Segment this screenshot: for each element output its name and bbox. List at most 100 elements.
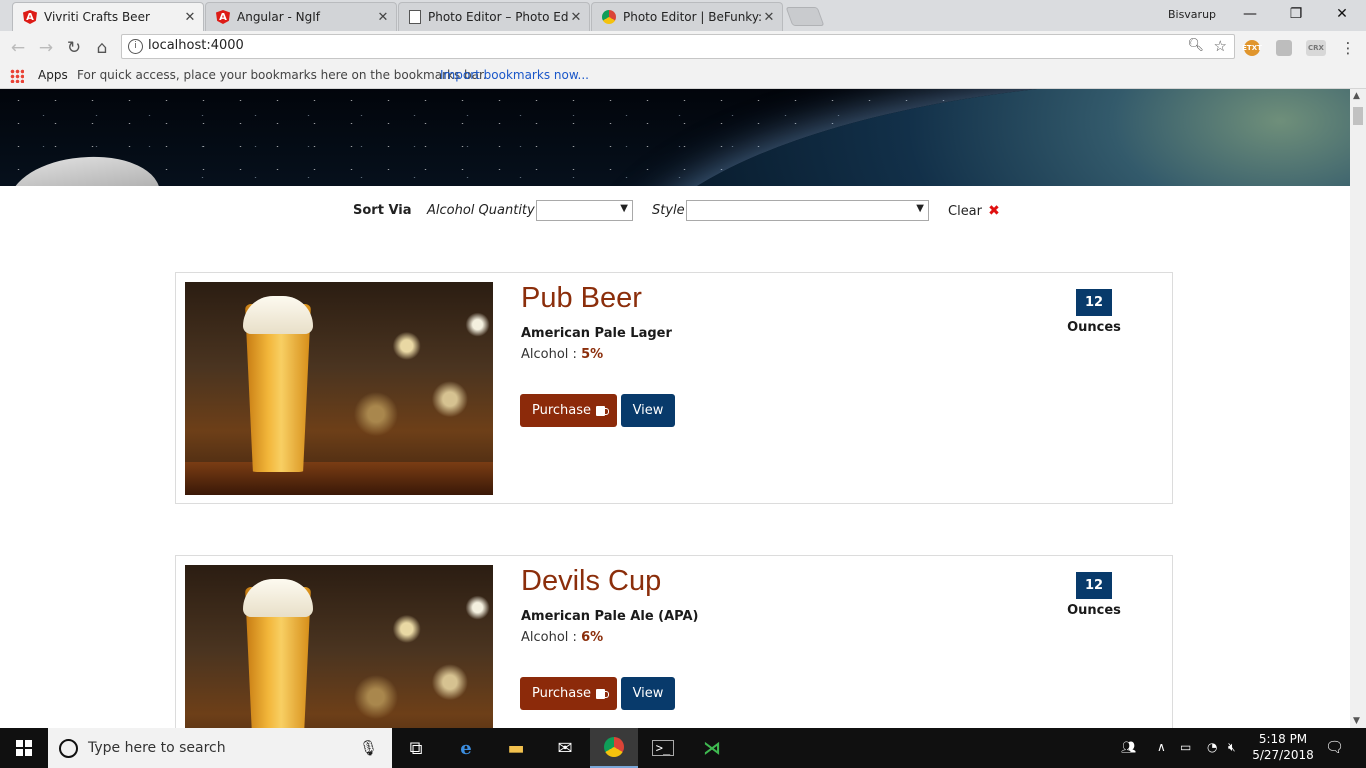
- page-scrollbar[interactable]: ▲ ▼: [1350, 89, 1366, 728]
- people-icon[interactable]: 👥︎: [1121, 740, 1136, 754]
- taskbar-search-box[interactable]: Type here to search 🎙︎: [48, 728, 392, 768]
- clear-button[interactable]: Clear ✖: [948, 203, 1000, 219]
- chrome-taskbar-icon[interactable]: [590, 728, 638, 768]
- task-view-icon[interactable]: ⧉: [392, 728, 440, 768]
- clock-time: 5:18 PM: [1258, 732, 1308, 746]
- chrome-icon: [604, 737, 624, 757]
- purchase-button[interactable]: Purchase: [520, 394, 617, 427]
- alcohol-quantity-select[interactable]: ▼: [536, 200, 633, 221]
- drive-icon[interactable]: [1276, 40, 1292, 56]
- forward-arrow-icon[interactable]: →: [35, 37, 57, 59]
- restore-button[interactable]: ❐: [1273, 0, 1319, 28]
- new-tab-button[interactable]: [785, 7, 825, 26]
- minimize-button[interactable]: —: [1227, 0, 1273, 28]
- microphone-icon[interactable]: 🎙︎: [359, 739, 378, 757]
- battery-icon[interactable]: ▭: [1180, 740, 1191, 754]
- purchase-label: Purchase: [531, 403, 592, 418]
- alcohol-value: 6%: [581, 630, 604, 645]
- close-icon[interactable]: ✕: [569, 10, 583, 25]
- mail-icon[interactable]: ✉: [541, 728, 589, 768]
- zoom-icon[interactable]: 🔍︎: [1187, 38, 1204, 53]
- tab-title: Angular - NgIf: [237, 10, 320, 24]
- import-bookmarks-link[interactable]: Import bookmarks now...: [440, 68, 589, 82]
- alcohol-value: 5%: [581, 347, 604, 362]
- window-close-button[interactable]: ✕: [1319, 0, 1365, 28]
- start-button[interactable]: [0, 728, 48, 768]
- beer-mug-icon: [596, 405, 610, 416]
- edge-icon[interactable]: e: [442, 728, 490, 768]
- beer-photo: [185, 565, 493, 728]
- tab-title: Photo Editor – Photo Edit: [428, 10, 569, 24]
- purchase-label: Purchase: [531, 686, 592, 701]
- visual-studio-code-icon[interactable]: ⋊: [688, 728, 736, 768]
- terminal-glyph: >_: [651, 740, 675, 756]
- dropdown-arrow-icon: ▼: [916, 203, 924, 214]
- tab-befunky[interactable]: Photo Editor | BeFunky: F ✕: [591, 2, 783, 31]
- action-center-icon[interactable]: 🗨︎: [1325, 738, 1344, 756]
- profile-name[interactable]: Bisvarup: [1160, 6, 1224, 24]
- volume-muted-icon[interactable]: 🔇︎: [1228, 740, 1236, 755]
- extension-crx-icon[interactable]: CRX: [1306, 40, 1326, 56]
- browser-tab-strip: A Vivriti Crafts Beer ✕ A Angular - NgIf…: [0, 0, 1366, 31]
- taskbar-clock[interactable]: 5:18 PM 5/27/2018: [1252, 731, 1314, 763]
- tab-vivriti-crafts-beer[interactable]: A Vivriti Crafts Beer ✕: [12, 2, 204, 31]
- page-viewport: Sort Via Alcohol Quantity ▼ Style ▼ Clea…: [0, 89, 1350, 728]
- scrollbar-thumb[interactable]: [1353, 107, 1363, 125]
- document-icon: [409, 10, 421, 24]
- beer-card: Devils Cup American Pale Ale (APA) Alcoh…: [175, 555, 1173, 728]
- angular-icon: A: [23, 10, 37, 24]
- photo-beer-foam: [243, 296, 313, 334]
- beer-card: Pub Beer American Pale Lager Alcohol : 5…: [175, 272, 1173, 504]
- angular-icon: A: [216, 10, 230, 24]
- info-icon[interactable]: i: [128, 39, 143, 54]
- scroll-down-arrow-icon[interactable]: ▼: [1353, 716, 1360, 726]
- chrome-icon: [602, 10, 616, 24]
- home-icon[interactable]: ⌂: [91, 37, 113, 59]
- scroll-up-arrow-icon[interactable]: ▲: [1353, 91, 1360, 101]
- ounces-badge: 12: [1076, 572, 1112, 599]
- url-text[interactable]: localhost:4000: [148, 38, 244, 53]
- menu-kebab-icon[interactable]: ⋮: [1337, 37, 1359, 59]
- file-explorer-icon[interactable]: ▬: [492, 728, 540, 768]
- wifi-icon[interactable]: ◔: [1207, 740, 1217, 754]
- apps-link[interactable]: Apps: [38, 68, 68, 82]
- browser-toolbar: ← → ↻ ⌂ i localhost:4000 🔍︎ ☆ ETXT CRX ⋮: [0, 31, 1366, 64]
- beer-name: Devils Cup: [521, 565, 662, 597]
- ounces-label: Ounces: [1067, 320, 1121, 335]
- terminal-icon[interactable]: >_: [639, 728, 687, 768]
- tab-angular-ngif[interactable]: A Angular - NgIf ✕: [205, 2, 397, 31]
- back-arrow-icon[interactable]: ←: [7, 37, 29, 59]
- search-placeholder: Type here to search: [88, 740, 226, 756]
- view-button[interactable]: View: [621, 677, 675, 710]
- ounces-label: Ounces: [1067, 603, 1121, 618]
- sort-label: Sort Via: [353, 203, 412, 218]
- bookmark-star-icon[interactable]: ☆: [1214, 37, 1227, 55]
- style-select[interactable]: ▼: [686, 200, 929, 221]
- bookmarks-hint: For quick access, place your bookmarks h…: [77, 68, 487, 82]
- beer-style: American Pale Ale (APA): [521, 609, 699, 624]
- bookmarks-bar: Apps For quick access, place your bookma…: [0, 64, 1366, 89]
- windows-logo-icon: [16, 740, 32, 756]
- extension-etxt-icon[interactable]: ETXT: [1242, 40, 1262, 56]
- beer-style: American Pale Lager: [521, 326, 672, 341]
- close-icon[interactable]: ✕: [762, 10, 776, 25]
- purchase-button[interactable]: Purchase: [520, 677, 617, 710]
- cortana-icon: [59, 739, 78, 758]
- reload-icon[interactable]: ↻: [63, 37, 85, 59]
- windows-taskbar: Type here to search 🎙︎ ⧉ e ▬ ✉ >_ ⋊ 👥︎ ∧…: [0, 728, 1366, 768]
- photo-bar-counter: [185, 462, 493, 495]
- tab-title: Photo Editor | BeFunky: F: [623, 10, 762, 24]
- beer-alcohol: Alcohol : 5%: [521, 347, 603, 362]
- ounces-badge: 12: [1076, 289, 1112, 316]
- apps-grid-icon[interactable]: [10, 69, 24, 83]
- beer-name: Pub Beer: [521, 282, 642, 314]
- close-icon[interactable]: ✕: [376, 10, 390, 25]
- chevron-up-icon[interactable]: ∧: [1157, 740, 1166, 754]
- dropdown-arrow-icon: ▼: [620, 203, 628, 214]
- tab-photo-editor[interactable]: Photo Editor – Photo Edit ✕: [398, 2, 590, 31]
- close-icon[interactable]: ✕: [183, 10, 197, 25]
- tab-title: Vivriti Crafts Beer: [44, 10, 150, 24]
- address-bar[interactable]: i localhost:4000 🔍︎ ☆: [121, 34, 1235, 59]
- clock-date: 5/27/2018: [1252, 748, 1314, 762]
- view-button[interactable]: View: [621, 394, 675, 427]
